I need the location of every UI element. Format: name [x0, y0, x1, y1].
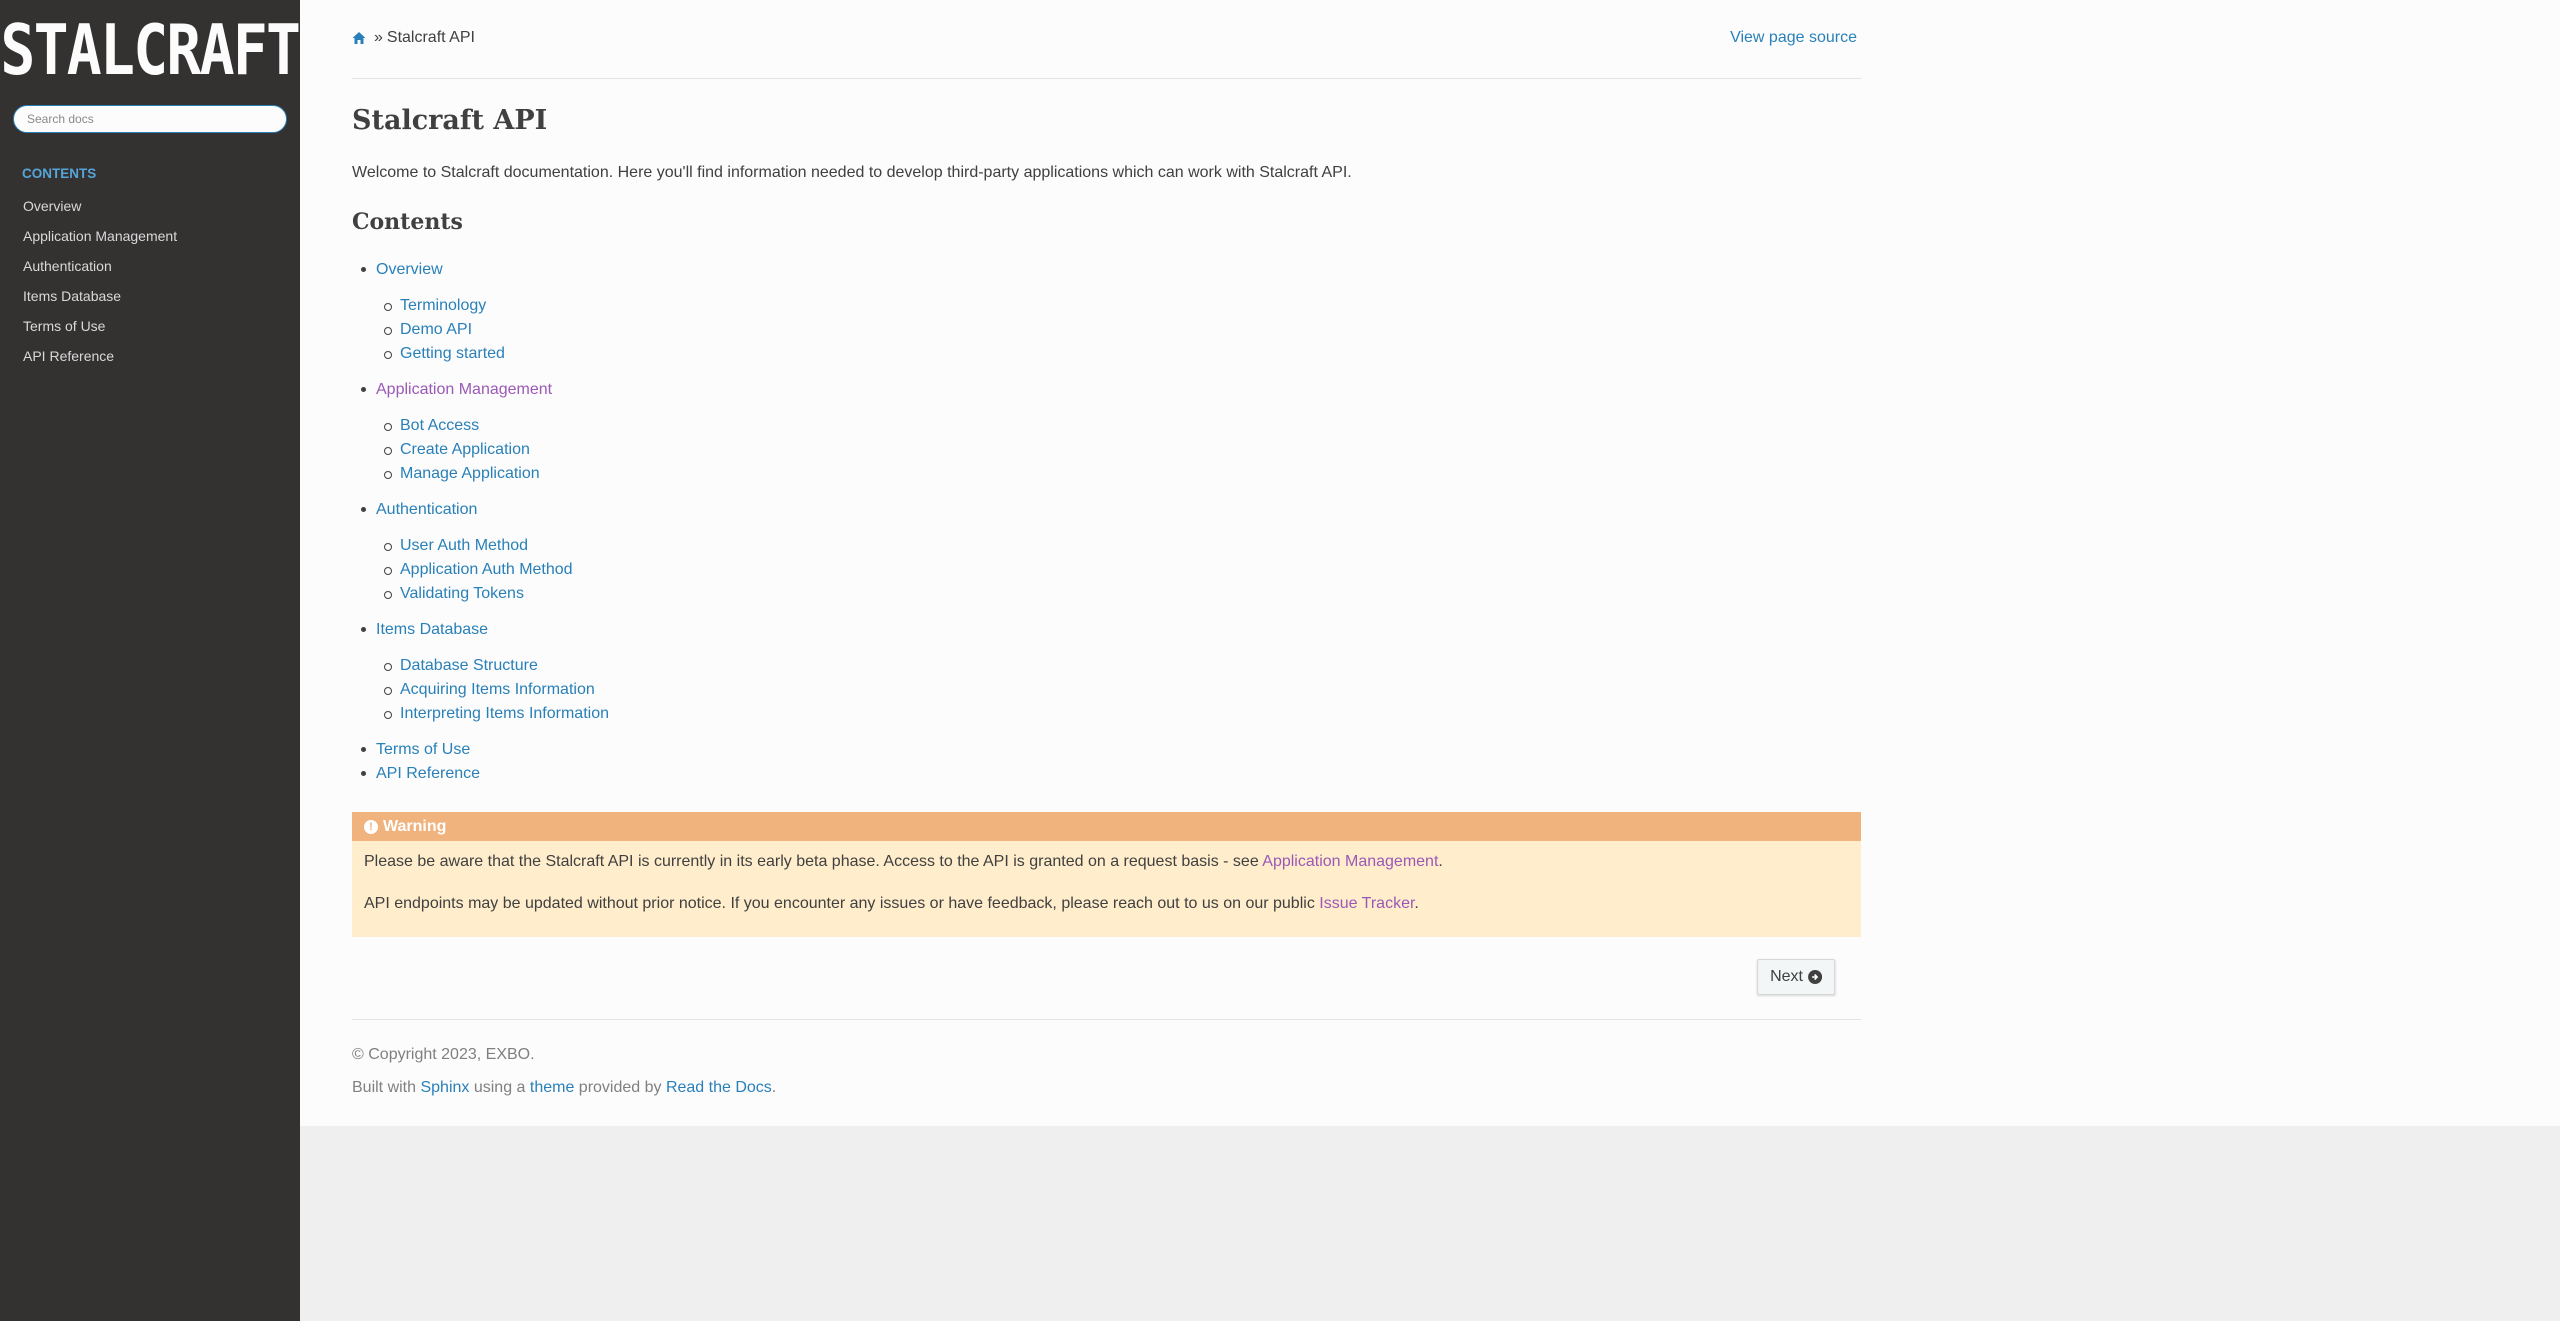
toc-subitem: Database Structure [376, 654, 609, 678]
sidebar-item-application-management: Application Management [0, 221, 300, 251]
toc-link-bot-access[interactable]: Bot Access [400, 417, 479, 434]
toc-sublist: Database Structure Acquiring Items Infor… [376, 654, 609, 726]
toc-subitem: Application Auth Method [376, 558, 609, 582]
toc-subitem: Create Application [376, 438, 609, 462]
toc-link-interpreting-items-information[interactable]: Interpreting Items Information [400, 705, 609, 722]
search-box [13, 105, 287, 133]
search-input[interactable] [27, 112, 286, 126]
toc-subitem: Getting started [376, 342, 609, 366]
warning-paragraph: Please be aware that the Stalcraft API i… [352, 853, 1861, 871]
next-button[interactable]: Next [1757, 959, 1835, 995]
sidebar-caption: CONTENTS [22, 166, 97, 181]
sidebar-item-authentication: Authentication [0, 251, 300, 281]
toc-subitem: User Auth Method [376, 534, 609, 558]
arrow-circle-right-icon [1808, 970, 1822, 984]
sidebar: STALCRAFT CONTENTS Overview Application … [0, 0, 302, 1321]
toc-sublist: Bot Access Create Application Manage App… [376, 414, 609, 486]
toc-link-database-structure[interactable]: Database Structure [400, 657, 538, 674]
breadcrumb-separator: » [374, 29, 383, 46]
copyright: © Copyright 2023, EXBO. [352, 1046, 535, 1063]
divider [352, 1019, 1861, 1020]
breadcrumb-current: Stalcraft API [386, 29, 475, 46]
logo-link[interactable]: STALCRAFT [0, 0, 302, 91]
sidebar-item-link[interactable]: API Reference [23, 348, 114, 364]
theme-link[interactable]: theme [530, 1079, 574, 1096]
toc-sublist: User Auth Method Application Auth Method… [376, 534, 609, 606]
intro-paragraph: Welcome to Stalcraft documentation. Here… [352, 164, 1352, 181]
toc-link-application-management[interactable]: Application Management [376, 378, 609, 402]
sidebar-item-overview: Overview [0, 191, 300, 221]
toc-link-user-auth-method[interactable]: User Auth Method [400, 537, 528, 554]
sidebar-item-items-database: Items Database [0, 281, 300, 311]
toc-link-acquiring-items-information[interactable]: Acquiring Items Information [400, 681, 595, 698]
view-page-source-link[interactable]: View page source [1730, 29, 1857, 47]
breadcrumb: » Stalcraft API View page source [352, 28, 1861, 48]
contents-heading: Contents [352, 209, 463, 235]
toc-list: Overview Terminology Demo API Getting st… [352, 258, 609, 786]
toc-link-terminology[interactable]: Terminology [400, 297, 486, 314]
toc-item: Terms of Use [352, 738, 609, 762]
warning-paragraph: API endpoints may be updated without pri… [352, 895, 1861, 913]
toc-link-overview[interactable]: Overview [376, 258, 609, 282]
sidebar-item-link[interactable]: Overview [23, 198, 81, 214]
footer-text: provided by [574, 1079, 666, 1096]
next-button-label: Next [1770, 968, 1803, 985]
warning-title-text: Warning [383, 817, 447, 835]
warning-text-end: . [1414, 895, 1419, 912]
exclamation-circle-icon: ! [364, 819, 378, 834]
sidebar-item-link[interactable]: Application Management [23, 228, 177, 244]
toc-subitem: Bot Access [376, 414, 609, 438]
toc-link-manage-application[interactable]: Manage Application [400, 465, 540, 482]
footer-text: using a [469, 1079, 530, 1096]
toc-subitem: Manage Application [376, 462, 609, 486]
toc-link-authentication[interactable]: Authentication [376, 498, 609, 522]
divider [352, 78, 1861, 79]
toc-subitem: Validating Tokens [376, 582, 609, 606]
sidebar-item-link[interactable]: Items Database [23, 288, 121, 304]
toc-item: API Reference [352, 762, 609, 786]
toc-item: Overview Terminology Demo API Getting st… [352, 258, 609, 366]
sidebar-item-terms-of-use: Terms of Use [0, 311, 300, 341]
footer-text: Built with [352, 1079, 421, 1096]
application-management-link[interactable]: Application Management [1262, 853, 1438, 870]
sidebar-nav: Overview Application Management Authenti… [0, 191, 300, 371]
warning-text: API endpoints may be updated without pri… [364, 895, 1320, 912]
toc-link-application-auth-method[interactable]: Application Auth Method [400, 561, 573, 578]
toc-link-items-database[interactable]: Items Database [376, 618, 609, 642]
content-area: » Stalcraft API View page source Stalcra… [300, 0, 2560, 1126]
issue-tracker-link[interactable]: Issue Tracker [1319, 895, 1414, 912]
toc-subitem: Acquiring Items Information [376, 678, 609, 702]
sphinx-link[interactable]: Sphinx [420, 1079, 469, 1096]
toc-subitem: Demo API [376, 318, 609, 342]
logo: STALCRAFT [0, 9, 302, 91]
toc-link-api-reference[interactable]: API Reference [376, 762, 609, 786]
warning-admonition: ! Warning Please be aware that the Stalc… [352, 812, 1861, 937]
toc-link-getting-started[interactable]: Getting started [400, 345, 505, 362]
toc-subitem: Interpreting Items Information [376, 702, 609, 726]
sidebar-item-link[interactable]: Terms of Use [23, 318, 105, 334]
read-the-docs-link[interactable]: Read the Docs [666, 1079, 772, 1096]
toc-link-demo-api[interactable]: Demo API [400, 321, 472, 338]
page-title: Stalcraft API [352, 105, 548, 136]
toc-sublist: Terminology Demo API Getting started [376, 294, 609, 366]
warning-text-end: . [1438, 853, 1443, 870]
toc-link-terms-of-use[interactable]: Terms of Use [376, 738, 609, 762]
sidebar-item-link[interactable]: Authentication [23, 258, 112, 274]
toc-subitem: Terminology [376, 294, 609, 318]
toc-link-validating-tokens[interactable]: Validating Tokens [400, 585, 524, 602]
sidebar-item-api-reference: API Reference [0, 341, 300, 371]
toc-item: Items Database Database Structure Acquir… [352, 618, 609, 726]
warning-title: ! Warning [352, 812, 1861, 841]
warning-text: Please be aware that the Stalcraft API i… [364, 853, 1263, 870]
toc-item: Application Management Bot Access Create… [352, 378, 609, 486]
toc-item: Authentication User Auth Method Applicat… [352, 498, 609, 606]
footer-text: . [771, 1079, 777, 1096]
home-icon[interactable] [352, 31, 366, 45]
toc-link-create-application[interactable]: Create Application [400, 441, 530, 458]
built-with: Built with Sphinx using a theme provided… [352, 1079, 776, 1097]
